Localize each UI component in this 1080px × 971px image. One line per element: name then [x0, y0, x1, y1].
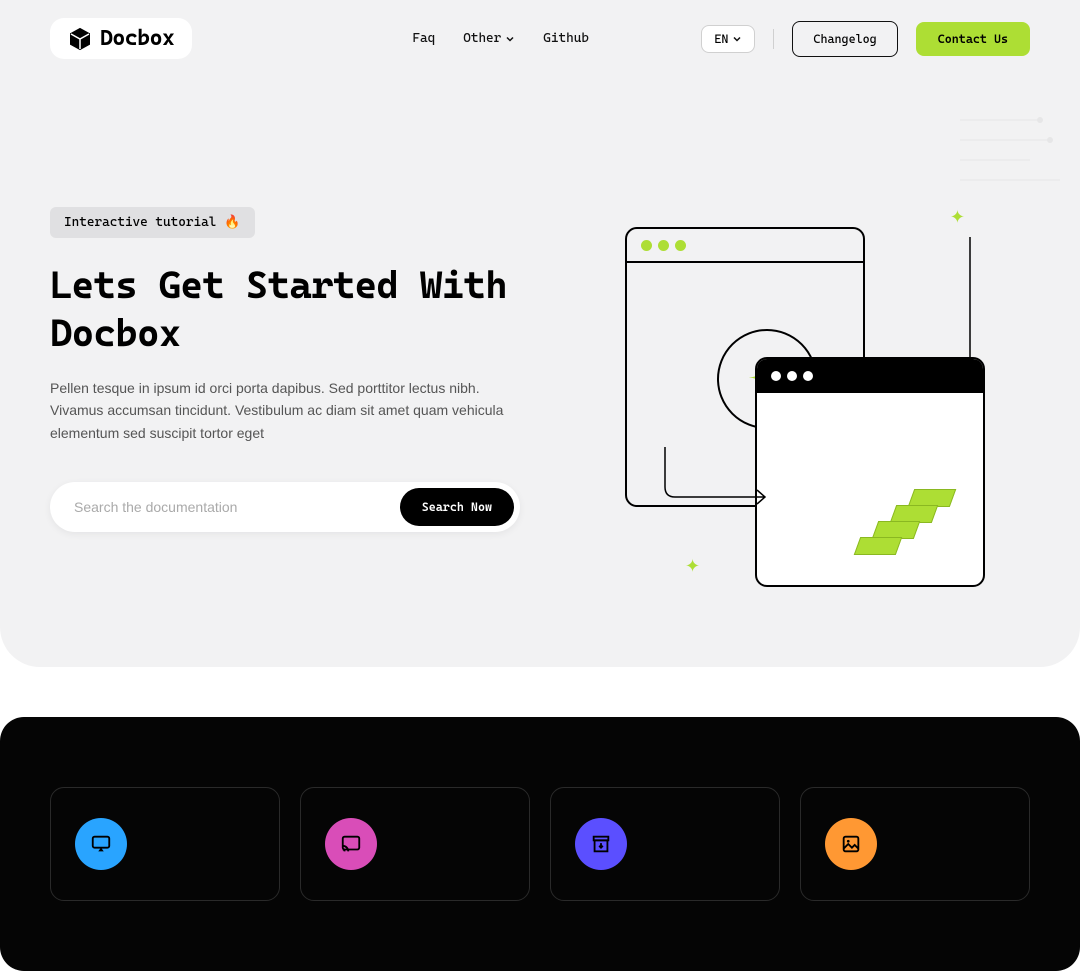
archive-icon: [575, 818, 627, 870]
tutorial-badge: Interactive tutorial 🔥: [50, 207, 255, 238]
nav-other-label: Other: [463, 31, 501, 46]
divider: [773, 29, 774, 49]
illustration-window-front: [755, 357, 985, 587]
language-selector[interactable]: EN: [701, 25, 755, 53]
search-input[interactable]: [74, 499, 400, 515]
airplay-icon: [75, 818, 127, 870]
hero-content: Interactive tutorial 🔥 Lets Get Started …: [50, 207, 520, 587]
language-label: EN: [714, 32, 728, 46]
site-header: Docbox Faq Other Github EN Changelog Con…: [0, 0, 1080, 77]
feature-card[interactable]: [50, 787, 280, 901]
header-actions: EN Changelog Contact Us: [701, 21, 1030, 57]
box-icon: [68, 27, 92, 51]
feature-card[interactable]: [800, 787, 1030, 901]
hero-description: Pellen tesque in ipsum id orci porta dap…: [50, 377, 520, 444]
badge-text: Interactive tutorial: [64, 215, 216, 230]
changelog-button[interactable]: Changelog: [792, 21, 897, 57]
feature-card[interactable]: [550, 787, 780, 901]
fire-icon: 🔥: [224, 215, 240, 230]
cast-icon: [325, 818, 377, 870]
arrow-right-icon: [655, 447, 775, 507]
stairs-icon: [857, 489, 953, 555]
chevron-down-icon: [505, 34, 515, 44]
hero-section: Interactive tutorial 🔥 Lets Get Started …: [0, 77, 1080, 667]
nav-other[interactable]: Other: [463, 31, 515, 46]
logo-text: Docbox: [100, 26, 174, 51]
hero-illustration: ✦ ✦ ✦: [605, 207, 985, 587]
sparkle-icon: ✦: [685, 556, 700, 577]
nav-faq[interactable]: Faq: [412, 31, 435, 46]
contact-button[interactable]: Contact Us: [916, 22, 1030, 56]
nav-github[interactable]: Github: [543, 31, 589, 46]
main-nav: Faq Other Github: [412, 31, 589, 46]
feature-cards: [50, 787, 1030, 901]
features-section: [0, 717, 1080, 971]
image-icon: [825, 818, 877, 870]
sparkle-icon: ✦: [950, 207, 965, 228]
hero-title: Lets Get Started With Docbox: [50, 262, 520, 357]
feature-card[interactable]: [300, 787, 530, 901]
search-button[interactable]: Search Now: [400, 488, 514, 526]
search-bar: Search Now: [50, 482, 520, 532]
logo[interactable]: Docbox: [50, 18, 192, 59]
chevron-down-icon: [732, 34, 742, 44]
hero-illustration-wrap: ✦ ✦ ✦: [560, 207, 1030, 587]
